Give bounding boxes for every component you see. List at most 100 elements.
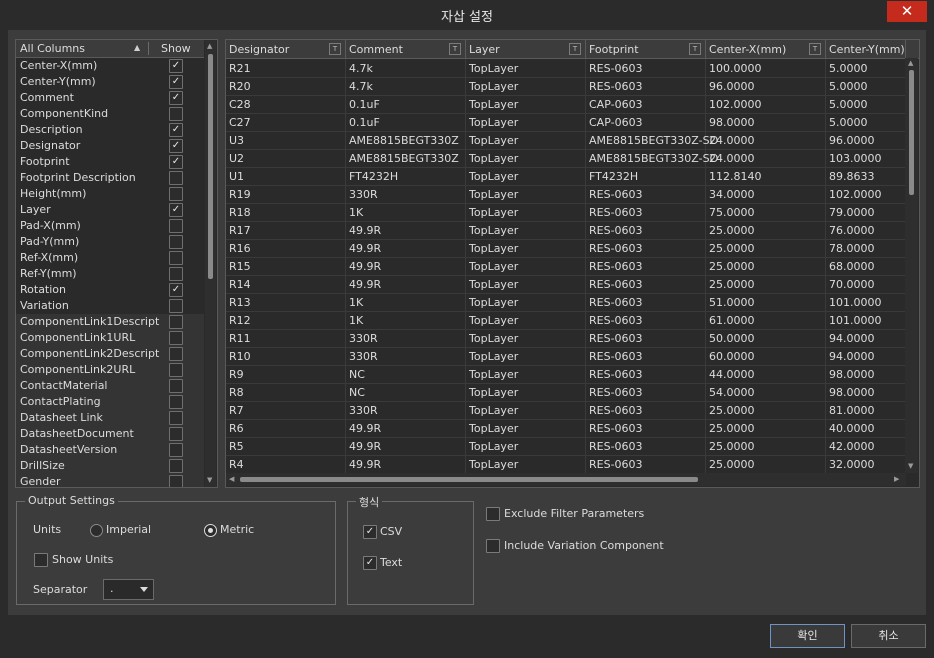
column-list-item[interactable]: Height(mm) (16, 186, 204, 202)
text-label[interactable]: Text (380, 556, 402, 569)
column-list-item[interactable]: Pad-X(mm) (16, 218, 204, 234)
all-columns-header[interactable]: All Columns (20, 42, 85, 55)
column-list-item[interactable]: Ref-X(mm) (16, 250, 204, 266)
scroll-up-icon[interactable]: ▲ (207, 42, 212, 50)
table-row[interactable]: R4 49.9R TopLayer RES-0603 25.0000 32.0000 (226, 455, 906, 474)
show-checkbox[interactable] (169, 363, 183, 377)
column-list-item[interactable]: Gender (16, 474, 204, 487)
table-row[interactable]: R12 1K TopLayer RES-0603 61.0000 101.0000 (226, 311, 906, 330)
table-row[interactable]: R8 NC TopLayer RES-0603 54.0000 98.0000 (226, 383, 906, 402)
csv-label[interactable]: CSV (380, 525, 402, 538)
column-list-item[interactable]: Footprint ✓ (16, 154, 204, 170)
metric-radio[interactable] (204, 524, 217, 537)
table-row[interactable]: R10 330R TopLayer RES-0603 60.0000 94.0000 (226, 347, 906, 366)
table-row[interactable]: R14 49.9R TopLayer RES-0603 25.0000 70.0000 (226, 275, 906, 294)
filter-icon[interactable]: T (449, 43, 461, 55)
grid-column-header[interactable]: Comment T (346, 40, 466, 58)
table-row[interactable]: R19 330R TopLayer RES-0603 34.0000 102.0000 (226, 185, 906, 204)
show-checkbox[interactable]: ✓ (169, 75, 183, 89)
scrollbar-thumb[interactable] (240, 477, 698, 482)
table-row[interactable]: C28 0.1uF TopLayer CAP-0603 102.0000 5.0000 (226, 95, 906, 114)
column-list-item[interactable]: ContactPlating (16, 394, 204, 410)
show-checkbox[interactable]: ✓ (169, 91, 183, 105)
column-list-item[interactable]: Layer ✓ (16, 202, 204, 218)
column-list-item[interactable]: Pad-Y(mm) (16, 234, 204, 250)
column-list-item[interactable]: Center-X(mm) ✓ (16, 58, 204, 74)
csv-checkbox[interactable]: ✓ (363, 525, 377, 539)
table-row[interactable]: C27 0.1uF TopLayer CAP-0603 98.0000 5.0000 (226, 113, 906, 132)
table-row[interactable]: R7 330R TopLayer RES-0603 25.0000 81.0000 (226, 401, 906, 420)
column-list-item[interactable]: ComponentLink2URL (16, 362, 204, 378)
column-list-item[interactable]: ComponentLink2Descript (16, 346, 204, 362)
column-list-item[interactable]: Footprint Description (16, 170, 204, 186)
grid-column-header[interactable]: Footprint T (586, 40, 706, 58)
grid-column-header[interactable]: Center-X(mm) T (706, 40, 826, 58)
columns-list-scrollbar[interactable]: ▲ ▼ (205, 40, 216, 487)
grid-column-header[interactable]: Layer T (466, 40, 586, 58)
exclude-filter-checkbox[interactable] (486, 507, 500, 521)
table-row[interactable]: R13 1K TopLayer RES-0603 51.0000 101.0000 (226, 293, 906, 312)
show-units-checkbox[interactable] (34, 553, 48, 567)
separator-select[interactable]: . (103, 579, 154, 600)
show-checkbox[interactable] (169, 331, 183, 345)
show-checkbox[interactable] (169, 427, 183, 441)
table-row[interactable]: R16 49.9R TopLayer RES-0603 25.0000 78.0000 (226, 239, 906, 258)
scroll-down-icon[interactable]: ▼ (908, 462, 913, 470)
column-list-item[interactable]: ComponentLink1Descript (16, 314, 204, 330)
ok-button[interactable]: 확인 (770, 624, 845, 648)
column-list-item[interactable]: Rotation ✓ (16, 282, 204, 298)
include-variation-label[interactable]: Include Variation Component (504, 539, 664, 552)
scroll-right-icon[interactable]: ▶ (894, 475, 899, 483)
column-list-item[interactable]: ContactMaterial (16, 378, 204, 394)
show-checkbox[interactable] (169, 395, 183, 409)
column-list-item[interactable]: ComponentKind (16, 106, 204, 122)
table-row[interactable]: R18 1K TopLayer RES-0603 75.0000 79.0000 (226, 203, 906, 222)
filter-icon[interactable]: T (329, 43, 341, 55)
column-list-item[interactable]: DrillSize (16, 458, 204, 474)
column-list-item[interactable]: Center-Y(mm) ✓ (16, 74, 204, 90)
show-checkbox[interactable] (169, 219, 183, 233)
show-units-label[interactable]: Show Units (52, 553, 113, 566)
show-header[interactable]: Show (161, 42, 191, 55)
show-checkbox[interactable] (169, 459, 183, 473)
show-checkbox[interactable]: ✓ (169, 59, 183, 73)
table-row[interactable]: R21 4.7k TopLayer RES-0603 100.0000 5.0000 (226, 59, 906, 78)
table-row[interactable]: U2 AME8815BEGT330Z TopLayer AME8815BEGT330Z… (226, 149, 906, 168)
scroll-left-icon[interactable]: ◀ (229, 475, 234, 483)
table-row[interactable]: R20 4.7k TopLayer RES-0603 96.0000 5.0000 (226, 77, 906, 96)
text-checkbox[interactable]: ✓ (363, 556, 377, 570)
grid-vertical-scrollbar[interactable]: ▲ ▼ (905, 58, 918, 473)
table-row[interactable]: R17 49.9R TopLayer RES-0603 25.0000 76.0000 (226, 221, 906, 240)
show-checkbox[interactable]: ✓ (169, 123, 183, 137)
filter-icon[interactable]: T (809, 43, 821, 55)
column-list-item[interactable]: Ref-Y(mm) (16, 266, 204, 282)
show-checkbox[interactable]: ✓ (169, 139, 183, 153)
scrollbar-thumb[interactable] (208, 54, 213, 279)
column-list-item[interactable]: Designator ✓ (16, 138, 204, 154)
table-row[interactable]: U1 FT4232H TopLayer FT4232H 112.8140 89.8633 (226, 167, 906, 186)
imperial-label[interactable]: Imperial (106, 523, 151, 536)
show-checkbox[interactable] (169, 443, 183, 457)
imperial-radio[interactable] (90, 524, 103, 537)
column-list-item[interactable]: ComponentLink1URL (16, 330, 204, 346)
cancel-button[interactable]: 취소 (851, 624, 926, 648)
show-checkbox[interactable] (169, 475, 183, 487)
column-list-item[interactable]: Description ✓ (16, 122, 204, 138)
metric-label[interactable]: Metric (220, 523, 254, 536)
show-checkbox[interactable] (169, 299, 183, 313)
scrollbar-thumb[interactable] (909, 70, 914, 195)
show-checkbox[interactable] (169, 107, 183, 121)
show-checkbox[interactable] (169, 171, 183, 185)
show-checkbox[interactable] (169, 347, 183, 361)
close-button[interactable]: ✕ (887, 1, 927, 22)
exclude-filter-label[interactable]: Exclude Filter Parameters (504, 507, 644, 520)
show-checkbox[interactable] (169, 235, 183, 249)
table-row[interactable]: U3 AME8815BEGT330Z TopLayer AME8815BEGT330Z… (226, 131, 906, 150)
sort-ascending-icon[interactable]: ▲ (134, 43, 140, 52)
scroll-down-icon[interactable]: ▼ (207, 476, 212, 484)
show-checkbox[interactable] (169, 267, 183, 281)
show-checkbox[interactable] (169, 315, 183, 329)
column-list-item[interactable]: Comment ✓ (16, 90, 204, 106)
grid-column-header[interactable]: Designator T (226, 40, 346, 58)
show-checkbox[interactable] (169, 187, 183, 201)
